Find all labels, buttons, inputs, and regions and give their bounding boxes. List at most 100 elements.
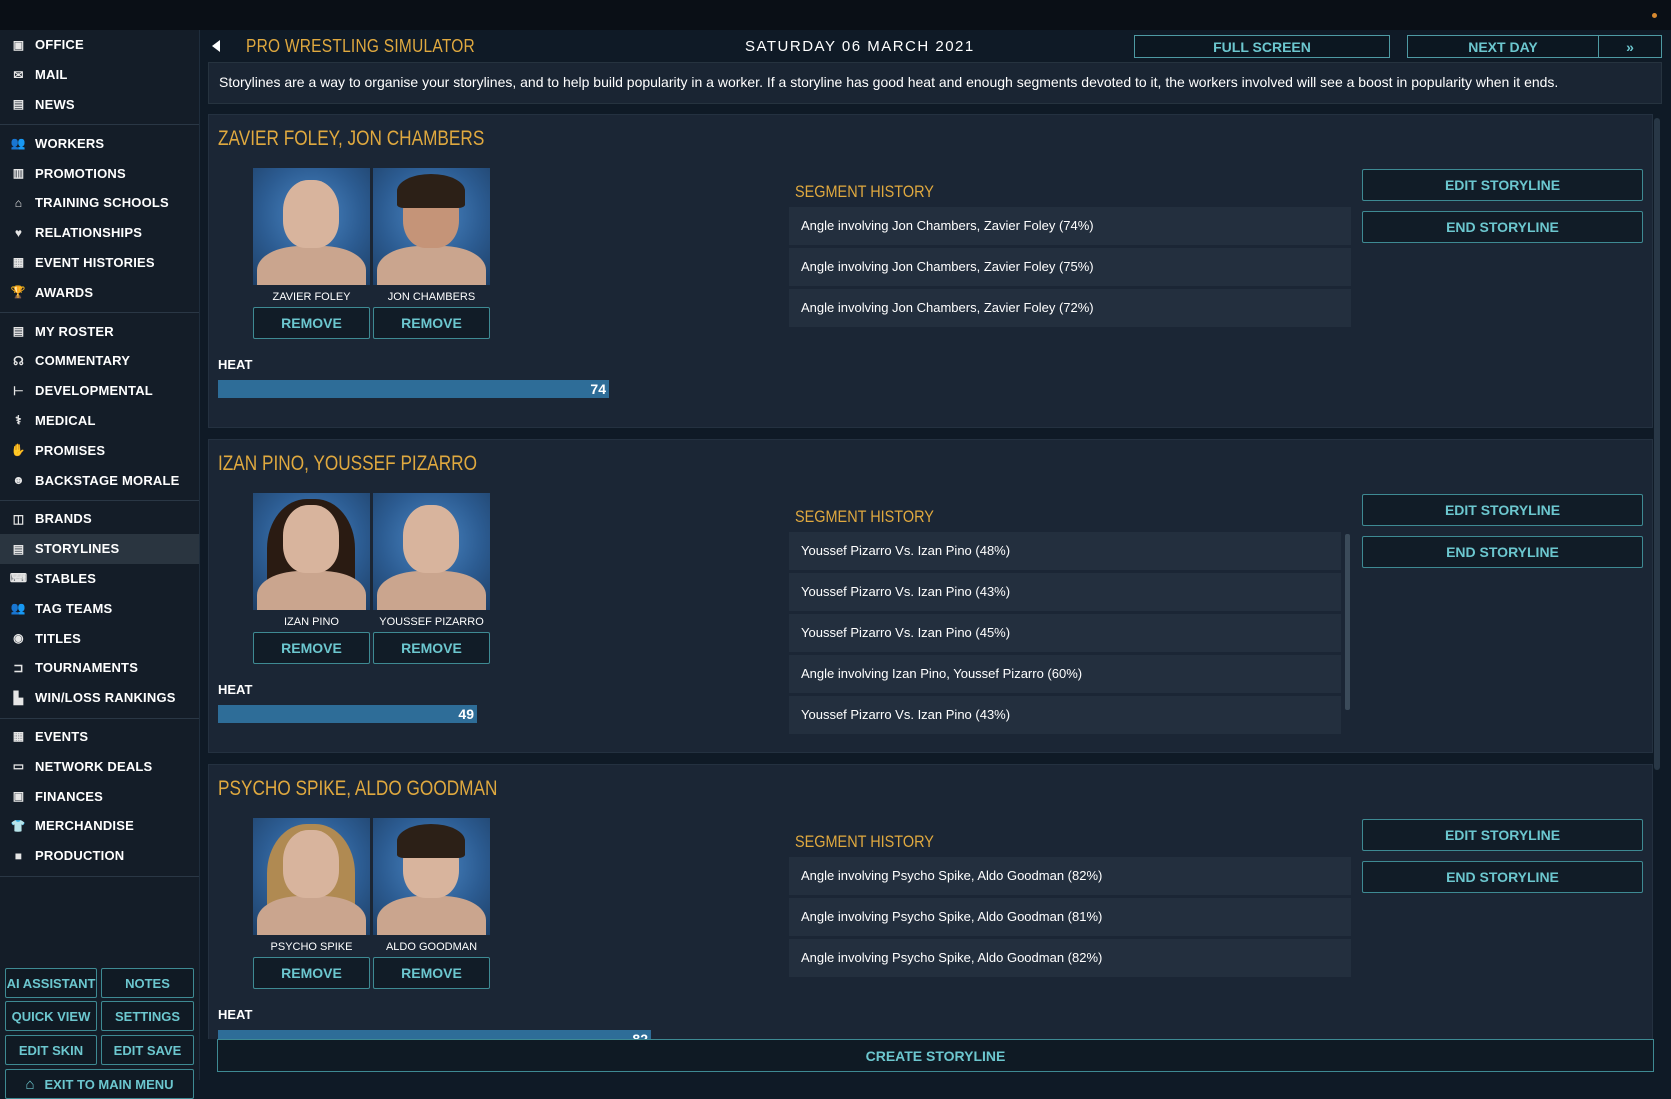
sidebar-item-promotions[interactable]: ▥ PROMOTIONS xyxy=(0,158,199,188)
heart-icon: ♥ xyxy=(14,225,23,240)
sidebar-item-developmental[interactable]: ⊢ DEVELOPMENTAL xyxy=(0,376,199,406)
sidebar-item-training-schools[interactable]: ⌂ TRAINING SCHOOLS xyxy=(0,188,199,218)
settings-button[interactable]: SETTINGS xyxy=(101,1001,194,1031)
segment-history-item[interactable]: Angle involving Izan Pino, Youssef Pizar… xyxy=(789,655,1341,693)
exit-label: EXIT TO MAIN MENU xyxy=(44,1076,174,1092)
segment-list-scrollbar[interactable] xyxy=(1345,534,1350,710)
worker-photo[interactable] xyxy=(253,493,370,610)
segment-history-list: Angle involving Jon Chambers, Zavier Fol… xyxy=(789,207,1351,417)
next-day-button[interactable]: NEXT DAY xyxy=(1407,35,1599,58)
sidebar-item-medical[interactable]: ⚕ MEDICAL xyxy=(0,406,199,436)
sidebar-item-label: TOURNAMENTS xyxy=(35,660,139,676)
end-storyline-button[interactable]: END STORYLINE xyxy=(1362,211,1643,243)
sidebar-item-tournaments[interactable]: ⊐ TOURNAMENTS xyxy=(0,653,199,683)
quick-view-button[interactable]: QUICK VIEW xyxy=(5,1001,97,1031)
heat-bar-fill: 49 xyxy=(218,705,477,723)
sidebar-item-brands[interactable]: ◫ BRANDS xyxy=(0,504,199,534)
school-icon: ⌂ xyxy=(14,195,23,210)
segment-history-item[interactable]: Angle involving Psycho Spike, Aldo Goodm… xyxy=(789,857,1351,895)
dumbbell-icon: ⊢ xyxy=(13,383,24,398)
worker-name: PSYCHO SPIKE xyxy=(270,941,353,953)
segment-history-item[interactable]: Youssef Pizarro Vs. Izan Pino (43%) xyxy=(789,696,1341,734)
sidebar-item-production[interactable]: ■ PRODUCTION xyxy=(0,841,199,871)
sidebar-item-finances[interactable]: ▣ FINANCES xyxy=(0,781,199,811)
worker-photo[interactable] xyxy=(253,818,370,935)
sidebar-item-titles[interactable]: ◉ TITLES xyxy=(0,623,199,653)
remove-worker-button[interactable]: REMOVE xyxy=(373,957,490,989)
sidebar-item-my-roster[interactable]: ▤ MY ROSTER xyxy=(0,316,199,346)
remove-worker-button[interactable]: REMOVE xyxy=(373,307,490,339)
sidebar-item-office[interactable]: ▣ OFFICE xyxy=(0,30,199,60)
content-scrollbar[interactable] xyxy=(1654,118,1660,770)
sidebar-item-label: EVENT HISTORIES xyxy=(35,254,155,270)
sidebar-item-mail[interactable]: ✉ MAIL xyxy=(0,60,199,90)
trophy-icon: 🏆 xyxy=(10,285,27,300)
headset-icon: ☊ xyxy=(13,353,24,368)
segment-history-item[interactable]: Angle involving Psycho Spike, Aldo Goodm… xyxy=(789,939,1351,977)
back-arrow-icon[interactable] xyxy=(212,40,220,52)
sidebar-item-events[interactable]: ▦ EVENTS xyxy=(0,722,199,752)
segment-history-item[interactable]: Youssef Pizarro Vs. Izan Pino (48%) xyxy=(789,532,1341,570)
sidebar-item-awards[interactable]: 🏆 AWARDS xyxy=(0,277,199,307)
sidebar-item-commentary[interactable]: ☊ COMMENTARY xyxy=(0,346,199,376)
edit-storyline-button[interactable]: EDIT STORYLINE xyxy=(1362,494,1643,526)
sidebar-item-backstage-morale[interactable]: ☻ BACKSTAGE MORALE xyxy=(0,465,199,495)
segment-history-title: SEGMENT HISTORY xyxy=(795,507,934,526)
hair-shape xyxy=(397,824,465,858)
sidebar-item-label: DEVELOPMENTAL xyxy=(35,383,153,399)
sidebar-item-merchandise[interactable]: 👕 MERCHANDISE xyxy=(0,811,199,841)
notes-button[interactable]: NOTES xyxy=(101,968,194,998)
sidebar-item-news[interactable]: ▤ NEWS xyxy=(0,90,199,120)
sidebar-item-workers[interactable]: 👥 WORKERS xyxy=(0,128,199,158)
worker-photo[interactable] xyxy=(373,168,490,285)
worker-photo[interactable] xyxy=(373,493,490,610)
shirt-icon: 👕 xyxy=(10,818,27,833)
segment-history-item[interactable]: Angle involving Jon Chambers, Zavier Fol… xyxy=(789,289,1351,327)
sidebar-item-win-loss-rankings[interactable]: ▙ WIN/LOSS RANKINGS xyxy=(0,683,199,713)
sidebar-item-label: MAIL xyxy=(35,67,68,83)
full-screen-button[interactable]: FULL SCREEN xyxy=(1134,35,1390,58)
worker-name: ALDO GOODMAN xyxy=(385,941,478,953)
remove-worker-button[interactable]: REMOVE xyxy=(253,957,370,989)
worker-name: JON CHAMBERS xyxy=(387,291,476,303)
edit-storyline-button[interactable]: EDIT STORYLINE xyxy=(1362,819,1643,851)
edit-skin-button[interactable]: EDIT SKIN xyxy=(5,1035,97,1065)
sidebar-item-label: STORYLINES xyxy=(35,541,120,557)
heat-bar: 82 xyxy=(218,1030,825,1039)
ai-assistant-button[interactable]: AI ASSISTANT xyxy=(5,968,97,998)
edit-storyline-button[interactable]: EDIT STORYLINE xyxy=(1362,169,1643,201)
storylines-list: ZAVIER FOLEY, JON CHAMBERS ZAVIER FOLEY RE… xyxy=(208,114,1654,1039)
brand-icon: ◫ xyxy=(12,511,25,526)
sidebar-item-stables[interactable]: ⌨ STABLES xyxy=(0,564,199,594)
end-storyline-button[interactable]: END STORYLINE xyxy=(1362,861,1643,893)
sidebar-group: ▦ EVENTS ▭ NETWORK DEALS ▣ FINANCES 👕 MERCHANDI… xyxy=(0,719,199,877)
segment-history-title: SEGMENT HISTORY xyxy=(795,832,934,851)
segment-history-title: SEGMENT HISTORY xyxy=(795,182,934,201)
sidebar-item-tag-teams[interactable]: 👥 TAG TEAMS xyxy=(0,593,199,623)
exit-button[interactable]: ⌂ EXIT TO MAIN MENU xyxy=(5,1069,194,1099)
segment-history-item[interactable]: Angle involving Psycho Spike, Aldo Goodm… xyxy=(789,898,1351,936)
edit-save-button[interactable]: EDIT SAVE xyxy=(101,1035,194,1065)
segment-history-item[interactable]: Youssef Pizarro Vs. Izan Pino (43%) xyxy=(789,573,1341,611)
worker-photo[interactable] xyxy=(373,818,490,935)
sidebar-item-label: NEWS xyxy=(35,96,75,112)
skip-forward-button[interactable]: » xyxy=(1598,35,1662,58)
sidebar-item-event-histories[interactable]: ▦ EVENT HISTORIES xyxy=(0,248,199,278)
end-storyline-button[interactable]: END STORYLINE xyxy=(1362,536,1643,568)
home-icon: ⌂ xyxy=(25,1075,35,1093)
segment-history-item[interactable]: Angle involving Jon Chambers, Zavier Fol… xyxy=(789,207,1351,245)
sidebar-item-label: STABLES xyxy=(35,570,97,586)
sidebar-item-promises[interactable]: ✋ PROMISES xyxy=(0,435,199,465)
remove-worker-button[interactable]: REMOVE xyxy=(253,307,370,339)
sidebar-item-relationships[interactable]: ♥ RELATIONSHIPS xyxy=(0,218,199,248)
segment-history-item[interactable]: Youssef Pizarro Vs. Izan Pino (45%) xyxy=(789,614,1341,652)
worker-photo[interactable] xyxy=(253,168,370,285)
remove-worker-button[interactable]: REMOVE xyxy=(253,632,370,664)
sidebar-item-label: FINANCES xyxy=(35,788,104,804)
sidebar-item-network-deals[interactable]: ▭ NETWORK DEALS xyxy=(0,751,199,781)
sidebar-item-label: MEDICAL xyxy=(35,412,96,428)
segment-history-item[interactable]: Angle involving Jon Chambers, Zavier Fol… xyxy=(789,248,1351,286)
sidebar-item-storylines[interactable]: ▤ STORYLINES xyxy=(0,533,199,564)
create-storyline-button[interactable]: CREATE STORYLINE xyxy=(217,1039,1654,1072)
remove-worker-button[interactable]: REMOVE xyxy=(373,632,490,664)
